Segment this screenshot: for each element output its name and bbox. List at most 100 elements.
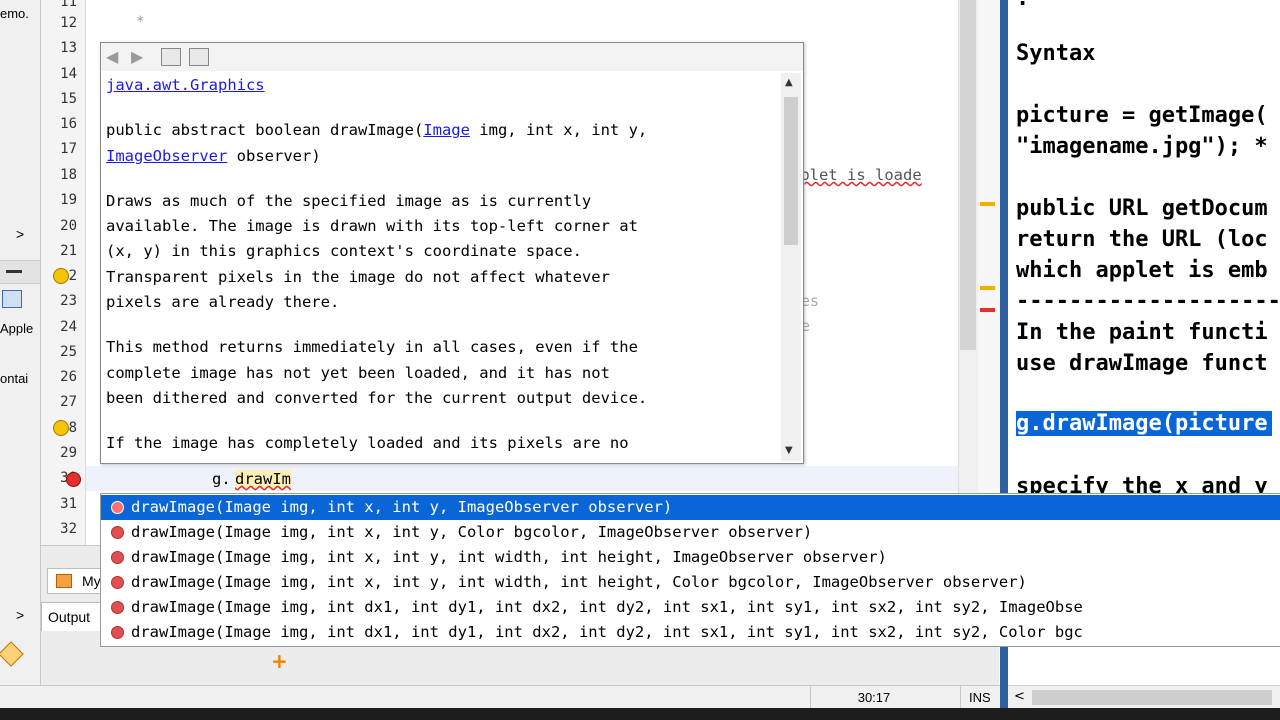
status-bar: 30:17 INS [0,685,1000,709]
line-number: 15 [60,91,77,107]
method-icon [111,526,124,539]
signature-text: img, int x, int y, [469,121,648,140]
editor-text-fragment: pplet is loade [791,166,922,184]
notes-horizontal-scrollbar[interactable]: < [1008,685,1280,709]
warning-lightbulb-icon[interactable] [53,268,69,284]
doc-line: If the image has completely loaded and i… [106,434,629,453]
minimize-icon[interactable] [6,270,22,273]
project-node-label[interactable]: ontai [0,371,28,386]
note-line: "imagename.jpg"); * [1016,134,1268,159]
completion-item[interactable]: drawImage(Image img, int x, int y, Color… [101,520,1280,545]
scrollbar-thumb[interactable] [784,97,798,245]
error-mark[interactable] [980,308,995,312]
insert-mode[interactable]: INS [960,686,1003,709]
imageobserver-type-link[interactable]: ImageObserver [106,147,227,165]
method-icon [111,501,124,514]
tool-icon[interactable] [0,641,24,667]
completion-item[interactable]: drawImage(Image img, int dx1, int dy1, i… [101,595,1280,620]
warning-mark[interactable] [980,202,995,206]
completion-item[interactable]: drawImage(Image img, int x, int y, Image… [101,495,1280,520]
open-in-browser-icon[interactable] [161,48,181,66]
scroll-down-icon[interactable]: ▼ [785,445,793,456]
project-node-label[interactable]: emo. [0,6,29,21]
forward-arrow-icon[interactable]: ▶ [131,47,143,66]
doc-line: available. The image is drawn with its t… [106,217,638,236]
goto-source-icon[interactable] [189,48,209,66]
doc-line: (x, y) in this graphics context's coordi… [106,242,582,261]
line-number-gutter: 11 12 13 14 15 16 17 18 19 20 21 22 23 2… [41,0,86,545]
expand-chevron-icon[interactable]: > [16,226,24,242]
method-icon [111,576,124,589]
scroll-left-icon[interactable]: < [1014,689,1025,704]
signature-text: observer) [227,146,321,165]
tab-label: My [82,573,101,589]
project-panel: emo. > Apple ontai > [0,0,41,720]
doc-line: complete image has not yet been loaded, … [106,363,610,382]
note-line: picture = getImage( [1016,103,1268,128]
method-icon [111,626,124,639]
line-number: 25 [60,344,77,360]
current-line-highlight: g. drawIm [86,466,958,491]
applet-icon [2,290,22,308]
typed-text[interactable]: drawIm [235,470,291,488]
error-icon[interactable] [66,472,81,487]
scrollbar-thumb[interactable] [1032,690,1272,705]
javadoc-toolbar: ◀ ▶ [101,43,803,71]
back-arrow-icon[interactable]: ◀ [106,47,118,66]
note-line: In the paint functi [1016,320,1268,345]
method-icon [111,551,124,564]
tab-label: Output [48,609,91,625]
line-number: 23 [60,293,77,309]
panel-header [0,260,40,284]
note-line: return the URL (loc [1016,227,1268,252]
javadoc-content: java.awt.Graphics public abstract boolea… [106,73,778,461]
add-icon[interactable]: + [271,649,288,673]
completion-item[interactable]: drawImage(Image img, int x, int y, int w… [101,570,1280,595]
expand-chevron-icon[interactable]: > [16,607,24,623]
note-line: Syntax [1016,41,1096,66]
class-link[interactable]: java.awt.Graphics [106,76,265,94]
doc-line: This method returns immediately in all c… [106,338,638,357]
line-number: 20 [60,218,77,234]
warning-mark[interactable] [980,286,995,290]
doc-line: been dithered and converted for the curr… [106,388,648,407]
completion-item[interactable]: drawImage(Image img, int dx1, int dy1, i… [101,620,1280,645]
line-number: 14 [60,66,77,82]
javadoc-scrollbar[interactable]: ▲ ▼ [781,73,801,461]
error-stripe [978,0,1000,545]
code-completion-list[interactable]: drawImage(Image img, int x, int y, Image… [100,493,1280,647]
warning-lightbulb-icon[interactable] [53,420,69,436]
note-line: which applet is emb [1016,258,1268,283]
line-number: 32 [60,521,77,537]
line-number: 18 [60,167,77,183]
project-node-label[interactable]: Apple [0,321,33,336]
line-number: 26 [60,369,77,385]
javadoc-popup: ◀ ▶ java.awt.Graphics public abstract bo… [100,42,804,464]
line-number: 17 [60,141,77,157]
line-number: 16 [60,116,77,132]
line-number: 27 [60,394,77,410]
line-number: 21 [60,243,77,259]
method-icon [111,601,124,614]
note-line: -------------------- [1016,289,1280,314]
caret-position: 30:17 [810,686,929,709]
scroll-up-icon[interactable]: ▲ [785,77,793,88]
image-type-link[interactable]: Image [423,121,470,139]
taskbar [0,708,1280,720]
line-number: 31 [60,496,77,512]
doc-line: pixels are already there. [106,293,340,312]
completion-item[interactable]: drawImage(Image img, int x, int y, int w… [101,545,1280,570]
doc-line: Transparent pixels in the image do not a… [106,267,610,286]
line-number: 19 [60,192,77,208]
project-icon [56,574,72,588]
line-number: 13 [60,40,77,56]
scrollbar-thumb[interactable] [960,0,976,350]
code-object: g. [212,470,231,488]
note-line: use drawImage funct [1016,351,1268,376]
line-number: 12 [60,15,77,31]
doc-line: Draws as much of the specified image as … [106,191,592,210]
line-number: 11 [60,0,77,10]
note-line-selected[interactable]: g.drawImage(picture [1016,411,1272,436]
line-number: 24 [60,319,77,335]
signature-text: public abstract boolean drawImage( [106,121,424,140]
